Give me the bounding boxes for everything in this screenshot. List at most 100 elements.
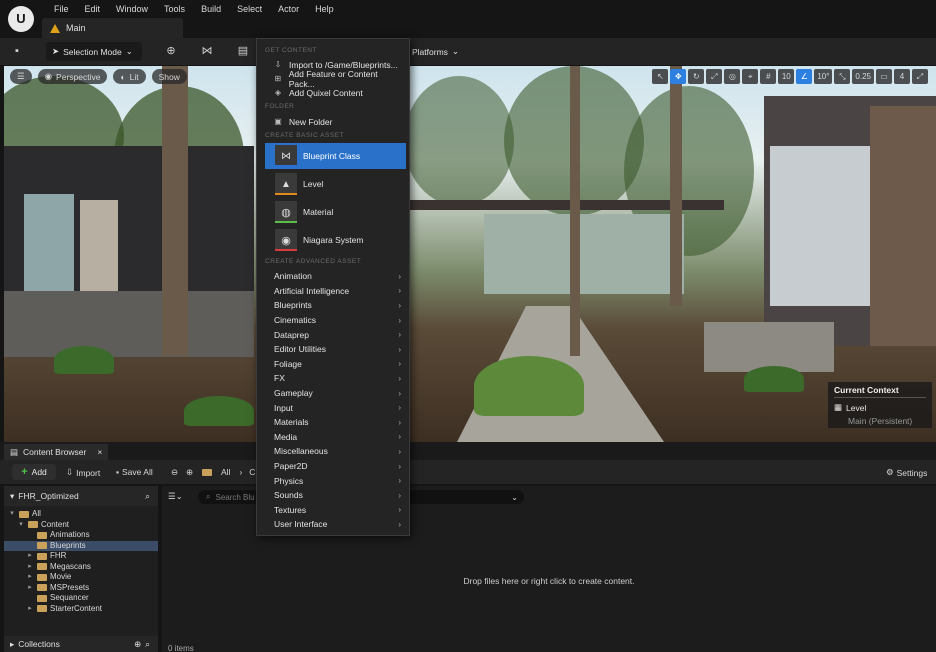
advanced-asset-menu-item[interactable]: Foliage ›	[265, 357, 405, 372]
folder-tree-item[interactable]: Blueprints	[4, 540, 158, 551]
scale-snap-icon[interactable]: ⤡	[834, 69, 851, 84]
content-browser-tabbar: ▤ Content Browser ×	[0, 442, 936, 460]
camera-speed-value[interactable]: 4	[894, 69, 910, 84]
advanced-asset-menu-item[interactable]: Media ›	[265, 430, 405, 445]
lit-button[interactable]: ◐ Lit	[113, 69, 146, 84]
add-quixel-menu-item[interactable]: ◈ Add Quixel Content	[263, 86, 403, 99]
perspective-button[interactable]: ◉ Perspective	[37, 69, 108, 84]
expand-caret-icon[interactable]: ▸	[26, 562, 34, 573]
advanced-asset-label: Editor Utilities	[274, 344, 326, 355]
expand-caret-icon[interactable]: ▾	[17, 520, 25, 531]
add-collection-icon[interactable]: ⊕	[134, 639, 141, 650]
plant	[184, 396, 254, 426]
folder-tree-item[interactable]: ▸ StarterContent	[4, 604, 158, 615]
advanced-asset-menu-item[interactable]: Cinematics ›	[265, 313, 405, 328]
menu-select[interactable]: Select	[229, 2, 270, 16]
advanced-asset-menu-item[interactable]: Materials ›	[265, 415, 405, 430]
settings-button[interactable]: ⚙ Settings	[886, 467, 927, 478]
project-header[interactable]: ▾ FHR_Optimized ⌕	[4, 486, 158, 506]
advanced-asset-menu-item[interactable]: Animation ›	[265, 269, 405, 284]
search-icon[interactable]: ⌕	[145, 639, 150, 650]
expand-caret-icon[interactable]: ▸	[26, 572, 34, 583]
grid-snap-icon[interactable]: #	[760, 69, 777, 84]
history-forward-icon[interactable]: ⊕	[186, 467, 193, 478]
save-icon[interactable]: ▪	[10, 44, 24, 58]
menu-tools[interactable]: Tools	[156, 2, 193, 16]
folder-tree-item[interactable]: ▾ Content	[4, 520, 158, 531]
unreal-logo-icon[interactable]: U	[8, 6, 34, 32]
blueprint-class-menu-item[interactable]: ⋈ Blueprint Class	[265, 143, 406, 169]
advanced-asset-menu-item[interactable]: Physics ›	[265, 473, 405, 488]
collections-header[interactable]: ▸ Collections ⊕ ⌕	[4, 636, 158, 652]
folder-tree-item[interactable]: Animations	[4, 530, 158, 541]
advanced-asset-menu-item[interactable]: Input ›	[265, 400, 405, 415]
platforms-dropdown[interactable]: Platforms ⌄	[406, 42, 465, 61]
menu-actor[interactable]: Actor	[270, 2, 307, 16]
folder-tree-item[interactable]: ▾ All	[4, 509, 158, 520]
content-browser-tab[interactable]: ▤ Content Browser ×	[4, 444, 108, 460]
advanced-asset-menu-item[interactable]: Gameplay ›	[265, 386, 405, 401]
menu-help[interactable]: Help	[307, 2, 342, 16]
surface-snap-icon[interactable]: ⌖	[742, 69, 759, 84]
material-menu-item[interactable]: ◍ Material	[265, 199, 406, 225]
advanced-asset-menu-item[interactable]: Sounds ›	[265, 488, 405, 503]
add-button[interactable]: + Add	[12, 464, 56, 480]
add-feature-menu-item[interactable]: ⊞ Add Feature or Content Pack...	[263, 69, 403, 89]
expand-caret-icon[interactable]: ▸	[26, 583, 34, 594]
path-breadcrumb[interactable]: All › C	[202, 467, 255, 477]
advanced-asset-menu-item[interactable]: Miscellaneous ›	[265, 444, 405, 459]
chevron-down-icon[interactable]: ⌄	[511, 493, 518, 502]
advanced-asset-menu-item[interactable]: Dataprep ›	[265, 327, 405, 342]
import-button[interactable]: ⇩ Import	[66, 467, 100, 478]
world-space-icon[interactable]: ◎	[724, 69, 741, 84]
selection-mode-dropdown[interactable]: ➤ Selection Mode ⌄	[46, 42, 142, 61]
save-all-button[interactable]: ▪ Save All	[116, 467, 153, 477]
menu-window[interactable]: Window	[108, 2, 156, 16]
niagara-system-menu-item[interactable]: ◉ Niagara System	[265, 227, 406, 253]
level-menu-item[interactable]: ▲ Level	[265, 171, 406, 197]
add-actor-icon[interactable]: ⊕	[164, 44, 178, 58]
advanced-asset-menu-item[interactable]: FX ›	[265, 371, 405, 386]
cinematics-icon[interactable]: ▤	[236, 44, 250, 58]
maximize-icon[interactable]: ⤢	[912, 69, 928, 84]
search-icon[interactable]: ⌕	[145, 491, 150, 502]
rotate-tool-icon[interactable]: ↻	[688, 69, 705, 84]
select-tool-icon[interactable]: ↖	[652, 69, 669, 84]
expand-caret-icon[interactable]: ▾	[8, 509, 16, 520]
advanced-asset-menu-item[interactable]: Paper2D ›	[265, 459, 405, 474]
scale-snap-value[interactable]: 0.25	[852, 69, 874, 84]
expand-caret-icon[interactable]: ▸	[26, 604, 34, 615]
advanced-asset-menu-item[interactable]: Textures ›	[265, 503, 405, 518]
advanced-asset-menu-item[interactable]: Artificial Intelligence ›	[265, 284, 405, 299]
close-icon[interactable]: ×	[97, 447, 102, 457]
show-button[interactable]: Show	[151, 69, 187, 84]
advanced-asset-menu-item[interactable]: Blueprints ›	[265, 298, 405, 313]
scale-tool-icon[interactable]: ⤢	[706, 69, 723, 84]
rotation-snap-value[interactable]: 10°	[814, 69, 833, 84]
history-back-icon[interactable]: ⊖	[171, 467, 178, 478]
context-level-row[interactable]: ▦ Level	[834, 402, 926, 413]
camera-speed-icon[interactable]: ▭	[876, 69, 892, 84]
translate-tool-icon[interactable]: ✥	[670, 69, 687, 84]
level-tab[interactable]: Main	[42, 18, 183, 38]
rotation-snap-icon[interactable]: ∠	[796, 69, 813, 84]
folder-tree-item[interactable]: ▸ FHR	[4, 551, 158, 562]
filter-icon[interactable]: ☰⌄	[168, 491, 183, 502]
chevron-right-icon: ›	[398, 417, 401, 427]
viewport-menu-button[interactable]: ☰	[10, 69, 32, 84]
advanced-asset-menu-item[interactable]: User Interface ›	[265, 517, 405, 532]
grid-snap-value[interactable]: 10	[778, 69, 795, 84]
folder-tree-item[interactable]: ▸ Movie	[4, 572, 158, 583]
expand-caret-icon[interactable]: ▸	[26, 551, 34, 562]
blueprint-icon[interactable]: ⋈	[200, 44, 214, 58]
advanced-asset-menu-item[interactable]: Editor Utilities ›	[265, 342, 405, 357]
folder-tree-item[interactable]: Sequancer	[4, 593, 158, 604]
import-label: Import	[76, 467, 101, 478]
folder-tree-item[interactable]: ▸ Megascans	[4, 562, 158, 573]
menu-file[interactable]: File	[46, 2, 77, 16]
menu-edit[interactable]: Edit	[77, 2, 109, 16]
new-folder-menu-item[interactable]: ▣ New Folder	[263, 115, 403, 128]
folder-tree-item[interactable]: ▸ MSPresets	[4, 583, 158, 594]
menu-build[interactable]: Build	[193, 2, 229, 16]
level-viewport[interactable]: ☰ ◉ Perspective ◐ Lit Show ↖ ✥ ↻ ⤢ ◎ ⌖ #…	[4, 66, 936, 442]
